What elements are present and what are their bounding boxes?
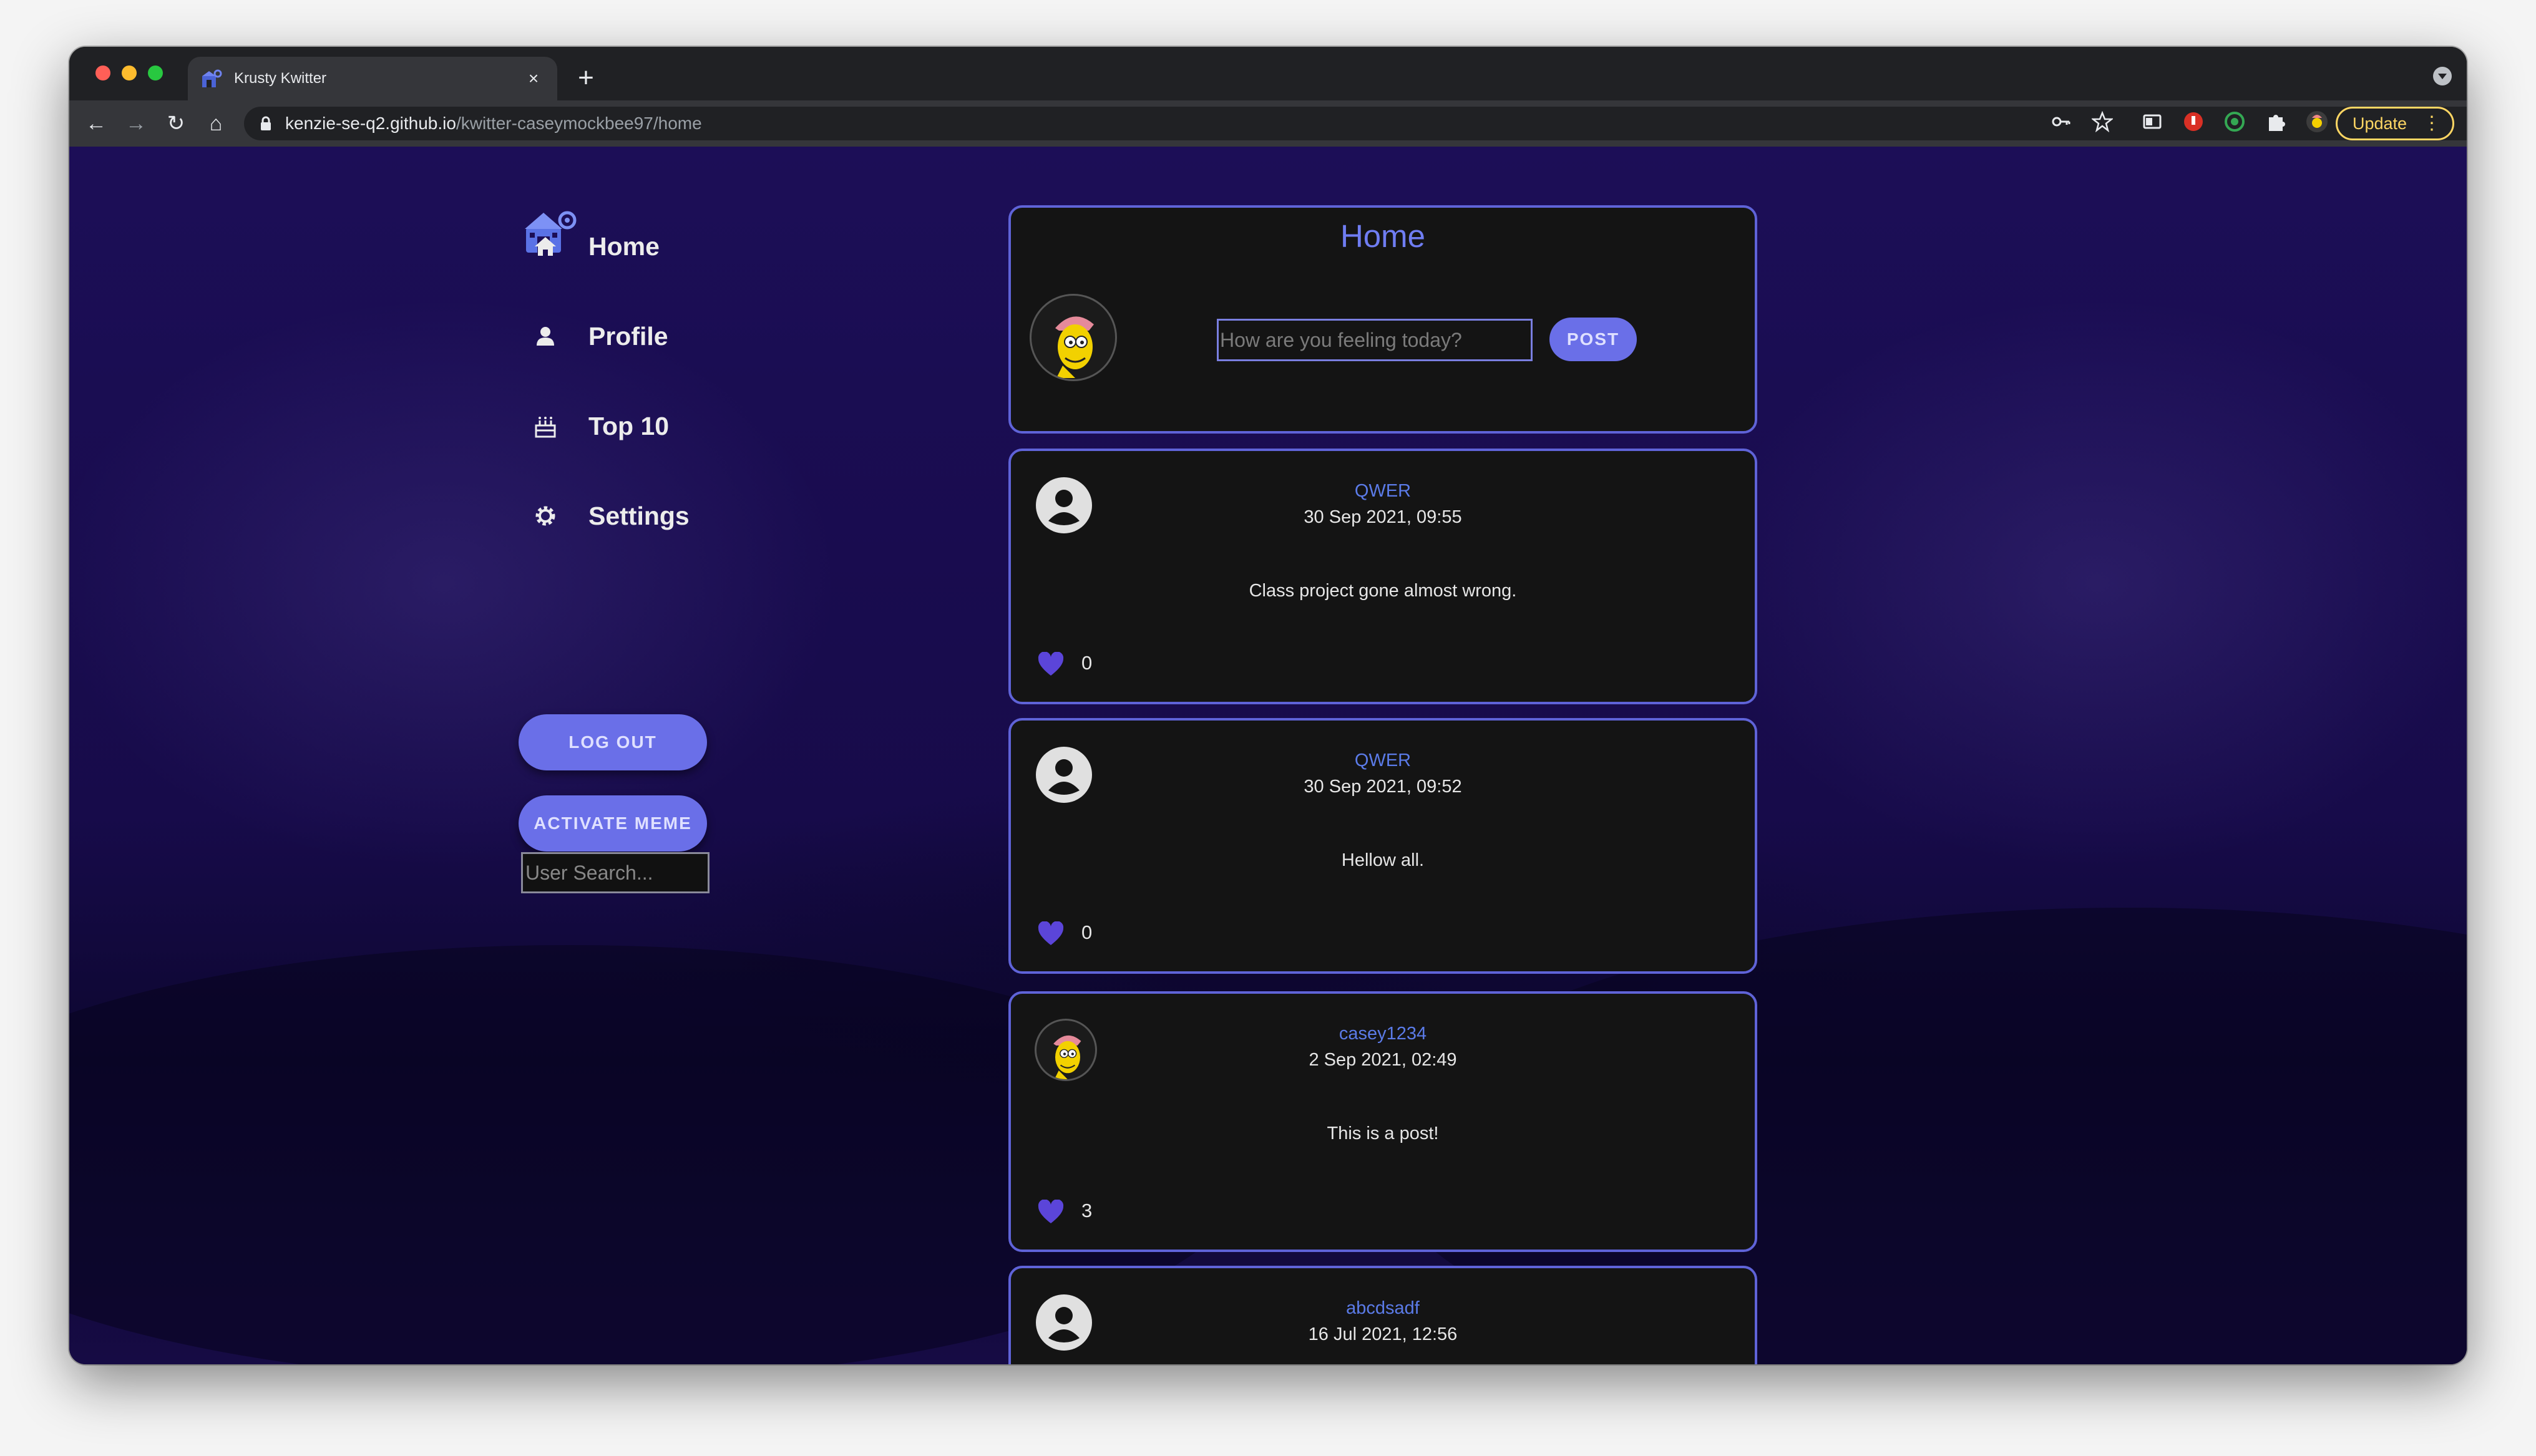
post-card: abcdsadf 16 Jul 2021, 12:56 xyxy=(1008,1266,1757,1364)
post-text: Hellow all. xyxy=(1341,850,1425,870)
heart-icon[interactable] xyxy=(1037,652,1065,677)
home-icon xyxy=(535,237,556,256)
custom-avatar-icon xyxy=(1055,316,1094,378)
page-content: Home Profile Top 10 Settings LOG OUT ACT… xyxy=(69,147,2467,1364)
extension-green-icon[interactable] xyxy=(2222,109,2247,134)
cake-icon xyxy=(535,417,556,438)
post-username[interactable]: QWER xyxy=(1011,481,1755,502)
browser-menu-icon[interactable]: ⋮ xyxy=(2422,114,2441,133)
post-button[interactable]: POST xyxy=(1549,318,1637,361)
close-window-button[interactable] xyxy=(95,66,110,80)
post-username[interactable]: QWER xyxy=(1011,750,1755,771)
user-search-input[interactable] xyxy=(521,852,710,893)
toolbar-icons xyxy=(2049,109,2329,134)
post-date: 30 Sep 2021, 09:52 xyxy=(1304,777,1462,797)
reading-list-icon[interactable] xyxy=(2140,109,2165,134)
sidebar-item-settings[interactable]: Settings xyxy=(531,491,690,541)
person-icon xyxy=(537,327,554,346)
post-input[interactable] xyxy=(1217,319,1533,361)
heart-icon[interactable] xyxy=(1037,921,1065,946)
heart-icon[interactable] xyxy=(1037,1200,1065,1225)
star-icon[interactable] xyxy=(2090,109,2115,134)
post-card: QWER 30 Sep 2021, 09:52 Hellow all. 0 xyxy=(1008,718,1757,974)
post-username[interactable]: casey1234 xyxy=(1011,1024,1755,1044)
sidebar-item-label: Top 10 xyxy=(588,411,670,440)
post-card: casey1234 2 Sep 2021, 02:49 This is a po… xyxy=(1008,991,1757,1252)
compose-card: Home POST xyxy=(1008,205,1757,434)
sidebar-item-label: Profile xyxy=(588,321,668,351)
current-user-avatar[interactable] xyxy=(1030,294,1117,381)
krusty-krab-favicon-icon xyxy=(202,69,222,87)
puzzle-icon[interactable] xyxy=(2263,109,2288,134)
gear-icon xyxy=(535,506,555,526)
like-count: 0 xyxy=(1081,652,1093,674)
post-text: This is a post! xyxy=(1327,1124,1439,1143)
reload-button[interactable]: ↻ xyxy=(162,109,190,138)
sidebar-item-top10[interactable]: Top 10 xyxy=(531,401,669,451)
tab-title: Krusty Kwitter xyxy=(234,70,327,87)
new-tab-button[interactable]: + xyxy=(568,61,603,95)
home-button[interactable]: ⌂ xyxy=(202,109,230,138)
forward-button[interactable]: → xyxy=(122,109,150,138)
update-button[interactable]: Update ⋮ xyxy=(2336,107,2454,140)
like-count: 0 xyxy=(1081,921,1093,943)
sidebar-item-home[interactable]: Home xyxy=(531,221,660,271)
key-icon[interactable] xyxy=(2049,109,2074,134)
url-host: kenzie-se-q2.github.io xyxy=(285,114,456,133)
close-tab-icon[interactable]: × xyxy=(522,69,545,89)
post-username[interactable]: abcdsadf xyxy=(1011,1298,1755,1319)
sidebar-item-label: Settings xyxy=(588,501,690,530)
post-date: 2 Sep 2021, 02:49 xyxy=(1309,1050,1457,1070)
minimize-window-button[interactable] xyxy=(122,66,137,80)
extension-red-icon[interactable] xyxy=(2181,109,2206,134)
back-button[interactable]: ← xyxy=(82,109,110,138)
update-label: Update xyxy=(2353,114,2407,133)
post-date: 16 Jul 2021, 12:56 xyxy=(1308,1324,1458,1344)
tab-bar: Krusty Kwitter × + xyxy=(69,47,2467,100)
post-text: Class project gone almost wrong. xyxy=(1249,581,1517,601)
sidebar-item-profile[interactable]: Profile xyxy=(531,311,668,361)
maximize-window-button[interactable] xyxy=(148,66,163,80)
post-card: QWER 30 Sep 2021, 09:55 Class project go… xyxy=(1008,449,1757,704)
sidebar-item-label: Home xyxy=(588,231,660,261)
page-title: Home xyxy=(1340,218,1426,254)
like-count: 3 xyxy=(1081,1200,1093,1221)
tab-search-icon[interactable] xyxy=(2433,67,2452,85)
post-date: 30 Sep 2021, 09:55 xyxy=(1304,507,1462,527)
browser-tab[interactable]: Krusty Kwitter × xyxy=(188,57,557,100)
window-controls xyxy=(95,66,163,80)
profile-avatar-icon[interactable] xyxy=(2304,109,2329,134)
log-out-button[interactable]: LOG OUT xyxy=(519,714,707,770)
browser-window: Krusty Kwitter × + ← → ↻ ⌂ kenzie-se-q2.… xyxy=(69,47,2467,1364)
activate-meme-button[interactable]: ACTIVATE MEME xyxy=(519,795,707,852)
lock-icon xyxy=(261,116,271,130)
url-path: /kwitter-caseymockbee97/home xyxy=(456,114,702,133)
browser-toolbar: ← → ↻ ⌂ kenzie-se-q2.github.io/kwitter-c… xyxy=(69,100,2467,147)
